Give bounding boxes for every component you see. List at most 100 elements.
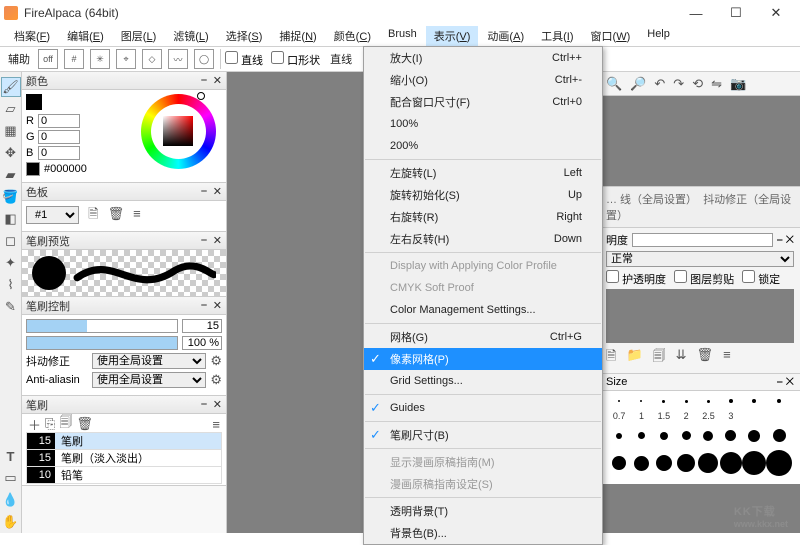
menu-item[interactable]: 左右反转(H)Down — [364, 228, 602, 250]
del-brush-icon[interactable]: 🗑 — [76, 416, 93, 432]
brush-menu-icon[interactable]: ≡ — [212, 417, 220, 432]
maximize-button[interactable]: ☐ — [716, 0, 756, 26]
line-checkbox[interactable]: 直线 — [225, 51, 263, 68]
reset-view-icon[interactable]: ⟲ — [692, 76, 703, 92]
menu-item[interactable]: 放大(I)Ctrl++ — [364, 47, 602, 69]
size-dot[interactable] — [660, 432, 668, 440]
menu-item[interactable]: 200% — [364, 135, 602, 157]
fill-tool[interactable]: ▰ — [1, 165, 21, 185]
size-dot[interactable] — [777, 399, 781, 403]
size-dot[interactable] — [677, 454, 695, 472]
new-layer-icon[interactable]: 🗎 — [606, 347, 616, 369]
panel-tool[interactable]: ▭ — [1, 468, 21, 488]
assist-ellipse-button[interactable]: ◯ — [192, 48, 216, 70]
add-palette-icon[interactable]: 🗎 — [88, 206, 98, 221]
size-dot[interactable] — [725, 430, 736, 441]
menu-item[interactable]: 旋转初始化(S)Up — [364, 184, 602, 206]
size-dot[interactable] — [682, 431, 691, 440]
flip-icon[interactable]: ⇋ — [711, 76, 722, 92]
menu-item[interactable]: 透明背景(T) — [364, 500, 602, 522]
size-dot[interactable] — [748, 430, 760, 442]
palette-select[interactable]: #1 — [26, 206, 79, 224]
rotate-left-icon[interactable]: ↶ — [654, 76, 665, 92]
menu-6[interactable]: 颜色(C) — [326, 26, 379, 46]
text-tool[interactable]: T — [1, 446, 21, 466]
layer-menu-icon[interactable]: ≡ — [723, 347, 731, 369]
menu-0[interactable]: 档案(F) — [6, 26, 58, 46]
menu-item[interactable]: ✓像素网格(P) — [364, 348, 602, 370]
size-slider[interactable] — [26, 319, 178, 333]
aa-select[interactable]: 使用全局设置 — [92, 372, 206, 388]
assist-grid-button[interactable]: # — [62, 48, 86, 70]
menu-item[interactable]: ✓笔刷尺寸(B) — [364, 424, 602, 446]
opacity-value[interactable]: 100 % — [182, 336, 222, 350]
size-dot[interactable] — [766, 450, 792, 476]
dup-brush-icon[interactable]: 🗐 — [59, 413, 72, 435]
layer-opacity-slider[interactable] — [632, 233, 773, 247]
menu-item[interactable]: Grid Settings... — [364, 370, 602, 392]
menu-5[interactable]: 捕捉(N) — [271, 26, 324, 46]
dot-tool[interactable]: ▦ — [1, 121, 21, 141]
r-input[interactable] — [38, 114, 80, 128]
menu-11[interactable]: 窗口(W) — [583, 26, 639, 46]
brush-tool[interactable]: 🖌 — [1, 77, 21, 97]
camera-icon[interactable]: 📷 — [730, 76, 746, 92]
dup-layer-icon[interactable]: 🗐 — [653, 347, 666, 369]
size-dot[interactable] — [707, 400, 710, 403]
clip-checkbox[interactable]: 图层剪贴 — [674, 270, 734, 287]
menu-item[interactable]: Color Management Settings... — [364, 299, 602, 321]
size-dot[interactable] — [618, 400, 620, 402]
opacity-slider[interactable] — [26, 336, 178, 350]
menu-9[interactable]: 动画(A) — [479, 26, 532, 46]
hand-tool[interactable]: ✋ — [1, 512, 21, 532]
brush-row[interactable]: 15笔刷（淡入淡出） — [26, 449, 222, 467]
menu-7[interactable]: Brush — [380, 26, 425, 46]
menu-item[interactable]: ✓Guides — [364, 397, 602, 419]
palette-options-icon[interactable]: ≡ — [133, 206, 141, 221]
menu-item[interactable]: 背景色(B)... — [364, 522, 602, 544]
close-button[interactable]: ✕ — [756, 0, 796, 26]
size-dot[interactable] — [612, 456, 626, 470]
menu-1[interactable]: 编辑(E) — [59, 26, 112, 46]
size-dot[interactable] — [742, 451, 766, 475]
select-wand-tool[interactable]: ✦ — [1, 253, 21, 273]
size-dot[interactable] — [773, 429, 786, 442]
gradient-tool[interactable]: ◧ — [1, 209, 21, 229]
menu-item[interactable]: 右旋转(R)Right — [364, 206, 602, 228]
menu-item[interactable]: 100% — [364, 113, 602, 135]
size-dot[interactable] — [662, 400, 665, 403]
new-folder-icon[interactable]: 📁 — [626, 347, 642, 369]
eraser-tool[interactable]: ▱ — [1, 99, 21, 119]
b-input[interactable] — [38, 146, 80, 160]
aa-gear-icon[interactable]: ⚙ — [210, 372, 222, 388]
size-dot[interactable] — [685, 400, 688, 403]
add-brush2-icon[interactable]: ⎘ — [45, 416, 55, 432]
brush-row[interactable]: 15笔刷 — [26, 432, 222, 450]
menu-item[interactable]: 左旋转(L)Left — [364, 162, 602, 184]
size-dot[interactable] — [656, 455, 672, 471]
eyedropper-tool[interactable]: 💧 — [1, 490, 21, 510]
fg-bg-swatch[interactable] — [26, 94, 42, 110]
delete-palette-icon[interactable]: 🗑 — [108, 206, 125, 221]
add-brush-icon[interactable]: ＋ — [28, 415, 41, 434]
menu-2[interactable]: 图层(L) — [113, 26, 164, 46]
assist-vanish-button[interactable]: ◇ — [140, 48, 164, 70]
menu-item[interactable]: 缩小(O)Ctrl+- — [364, 69, 602, 91]
del-layer-icon[interactable]: 🗑 — [697, 347, 714, 369]
color-wheel[interactable] — [141, 94, 216, 169]
assist-focus-button[interactable]: ⌖ — [114, 48, 138, 70]
minimize-button[interactable]: — — [676, 0, 716, 26]
size-dot[interactable] — [729, 399, 733, 403]
menu-item[interactable]: 网格(G)Ctrl+G — [364, 326, 602, 348]
blend-mode-select[interactable]: 正常 — [606, 251, 794, 267]
lock-checkbox[interactable]: 锁定 — [742, 270, 780, 287]
bucket-tool[interactable]: 🪣 — [1, 187, 21, 207]
assist-radial-button[interactable]: ✳ — [88, 48, 112, 70]
size-dot[interactable] — [720, 452, 742, 474]
protect-alpha-checkbox[interactable]: 护透明度 — [606, 270, 666, 287]
size-dot[interactable] — [703, 431, 713, 441]
panel-menu-icon[interactable]: ⎯ — [201, 74, 207, 87]
wobble-gear-icon[interactable]: ⚙ — [210, 353, 222, 369]
assist-curve-button[interactable]: 〰 — [166, 48, 190, 70]
g-input[interactable] — [38, 130, 80, 144]
